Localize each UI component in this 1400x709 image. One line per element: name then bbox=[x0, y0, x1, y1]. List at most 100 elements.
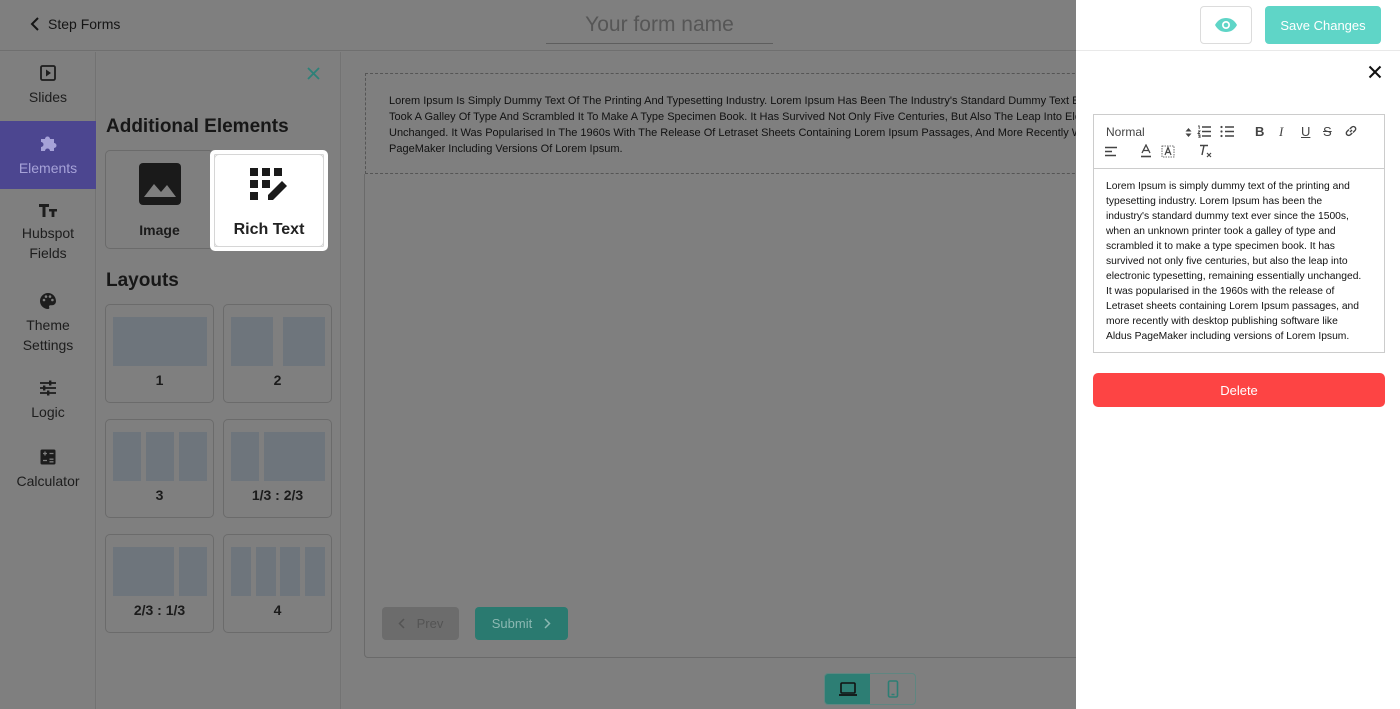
back-label: Step Forms bbox=[48, 16, 121, 32]
content-line: Aldus PageMaker including versions of Lo… bbox=[1106, 331, 1350, 342]
underline-icon[interactable]: U bbox=[1301, 124, 1310, 139]
element-card-image[interactable]: Image bbox=[105, 150, 214, 249]
prev-label: Prev bbox=[416, 616, 444, 631]
content-line: more recently with desktop publishing so… bbox=[1106, 316, 1338, 327]
layout-label: 3 bbox=[155, 487, 164, 503]
align-icon[interactable] bbox=[1105, 146, 1117, 157]
nav-item-hubspot-fields[interactable]: Hubspot Fields bbox=[0, 202, 96, 272]
layout-thumb bbox=[283, 317, 325, 366]
image-icon bbox=[138, 162, 182, 206]
close-icon[interactable] bbox=[1368, 65, 1382, 79]
background-color-icon[interactable] bbox=[1161, 144, 1175, 158]
select-arrows-icon bbox=[1185, 127, 1192, 137]
nav-item-elements[interactable]: Elements bbox=[0, 121, 96, 189]
form-name-input[interactable]: Your form name bbox=[546, 10, 773, 44]
additional-elements-title: Additional Elements bbox=[106, 116, 289, 137]
content-line: industry's standard dummy text ever sinc… bbox=[1106, 211, 1349, 222]
nav-label: Hubspot Fields bbox=[21, 225, 75, 261]
element-label: Rich Text bbox=[233, 221, 305, 238]
close-icon[interactable] bbox=[307, 67, 320, 80]
preview-button[interactable] bbox=[1200, 6, 1252, 44]
text-line: PageMaker Including Versions Of Lorem Ip… bbox=[389, 143, 623, 155]
submit-button[interactable]: Submit bbox=[475, 607, 568, 640]
layout-label: 1 bbox=[155, 372, 164, 388]
laptop-icon bbox=[838, 682, 857, 696]
layout-label: 2 bbox=[273, 372, 282, 388]
bullet-list-icon[interactable] bbox=[1220, 125, 1234, 138]
layout-card-1[interactable]: 1 bbox=[105, 304, 214, 403]
form-canvas: Lorem Ipsum Is Simply Dummy Text Of The … bbox=[342, 52, 1076, 709]
phone-icon bbox=[887, 680, 898, 698]
nav-item-logic[interactable]: Logic bbox=[0, 379, 96, 429]
mobile-view-button[interactable] bbox=[870, 674, 915, 704]
layout-thumb bbox=[113, 317, 207, 366]
nav-label: Calculator bbox=[16, 473, 80, 489]
clear-format-icon[interactable] bbox=[1199, 144, 1212, 158]
nav-item-slides[interactable]: Slides bbox=[0, 64, 96, 120]
layout-thumb bbox=[305, 547, 325, 596]
editor-content[interactable]: Lorem Ipsum is simply dummy text of the … bbox=[1094, 169, 1384, 344]
nav-label: Slides bbox=[28, 89, 68, 105]
layout-label: 1/3 : 2/3 bbox=[251, 487, 304, 503]
layout-label: 2/3 : 1/3 bbox=[133, 602, 186, 618]
content-line: Lorem Ipsum is simply dummy text of the … bbox=[1106, 181, 1350, 192]
layout-thumb bbox=[256, 547, 276, 596]
content-line: survived not only five centuries, but al… bbox=[1106, 256, 1348, 267]
format-select[interactable]: Normal bbox=[1106, 125, 1192, 139]
layout-thumb bbox=[179, 432, 207, 481]
chevron-left-icon bbox=[398, 618, 405, 629]
ordered-list-icon[interactable] bbox=[1197, 125, 1211, 138]
nav-item-calculator[interactable]: Calculator bbox=[0, 448, 96, 498]
sliders-icon bbox=[39, 379, 57, 397]
element-label: Image bbox=[139, 222, 180, 238]
text-line: Lorem Ipsum Is Simply Dummy Text Of The … bbox=[389, 95, 1076, 107]
chevron-right-icon bbox=[544, 618, 551, 629]
elements-panel: Additional Elements Image Rich Text Layo… bbox=[97, 52, 341, 709]
editor-toolbar: Normal B I U S bbox=[1094, 115, 1384, 169]
text-color-icon[interactable] bbox=[1140, 144, 1152, 158]
content-line: Letraset sheets containing Lorem Ipsum p… bbox=[1106, 301, 1359, 312]
settings-top-bar: Save Changes bbox=[1076, 0, 1400, 51]
save-changes-button[interactable]: Save Changes bbox=[1265, 6, 1381, 44]
content-line: It was popularised in the 1960s with the… bbox=[1106, 286, 1335, 297]
layout-card-2-3-1-3[interactable]: 2/3 : 1/3 bbox=[105, 534, 214, 633]
puzzle-icon bbox=[38, 133, 58, 153]
layouts-title: Layouts bbox=[106, 270, 179, 291]
rich-text-icon bbox=[248, 166, 290, 208]
left-nav: Slides Elements Hubspot Fields Theme Set… bbox=[0, 52, 96, 709]
nav-label: Logic bbox=[31, 404, 65, 420]
layout-thumb bbox=[179, 547, 207, 596]
calculator-icon bbox=[39, 448, 57, 466]
prev-button[interactable]: Prev bbox=[382, 607, 459, 640]
rich-text-block[interactable]: Lorem Ipsum Is Simply Dummy Text Of The … bbox=[365, 73, 1076, 174]
format-select-value: Normal bbox=[1106, 125, 1145, 139]
layout-thumb bbox=[231, 317, 273, 366]
text-line: Unchanged. It Was Popularised In The 196… bbox=[389, 127, 1076, 139]
form-frame bbox=[364, 174, 1076, 658]
nav-item-theme-settings[interactable]: Theme Settings bbox=[0, 292, 96, 362]
nav-label: Elements bbox=[18, 160, 78, 176]
link-icon[interactable] bbox=[1344, 124, 1358, 138]
layout-card-3[interactable]: 3 bbox=[105, 419, 214, 518]
layout-thumb bbox=[113, 547, 174, 596]
layout-card-1-3-2-3[interactable]: 1/3 : 2/3 bbox=[223, 419, 332, 518]
desktop-view-button[interactable] bbox=[825, 674, 870, 704]
italic-icon[interactable]: I bbox=[1279, 124, 1283, 140]
submit-label: Submit bbox=[491, 616, 533, 631]
delete-button[interactable]: Delete bbox=[1093, 373, 1385, 407]
layout-thumb bbox=[264, 432, 325, 481]
text-line: Took A Galley Of Type And Scrambled It T… bbox=[389, 111, 1076, 123]
device-toggle bbox=[824, 673, 916, 705]
layout-card-2[interactable]: 2 bbox=[223, 304, 332, 403]
top-bar: Step Forms Your form name bbox=[0, 0, 1076, 51]
bold-icon[interactable]: B bbox=[1255, 124, 1264, 139]
settings-panel: Save Changes Normal B I U S Lorem Ipsum … bbox=[1076, 0, 1400, 709]
layout-card-4[interactable]: 4 bbox=[223, 534, 332, 633]
layout-thumb bbox=[280, 547, 300, 596]
strikethrough-icon[interactable]: S bbox=[1323, 124, 1332, 139]
element-card-rich-text[interactable]: Rich Text bbox=[210, 150, 328, 251]
nav-label: Theme Settings bbox=[22, 317, 74, 353]
app-backdrop: Step Forms Your form name Slides Element… bbox=[0, 0, 1076, 709]
layout-label: 4 bbox=[273, 602, 282, 618]
back-button[interactable]: Step Forms bbox=[30, 16, 120, 32]
